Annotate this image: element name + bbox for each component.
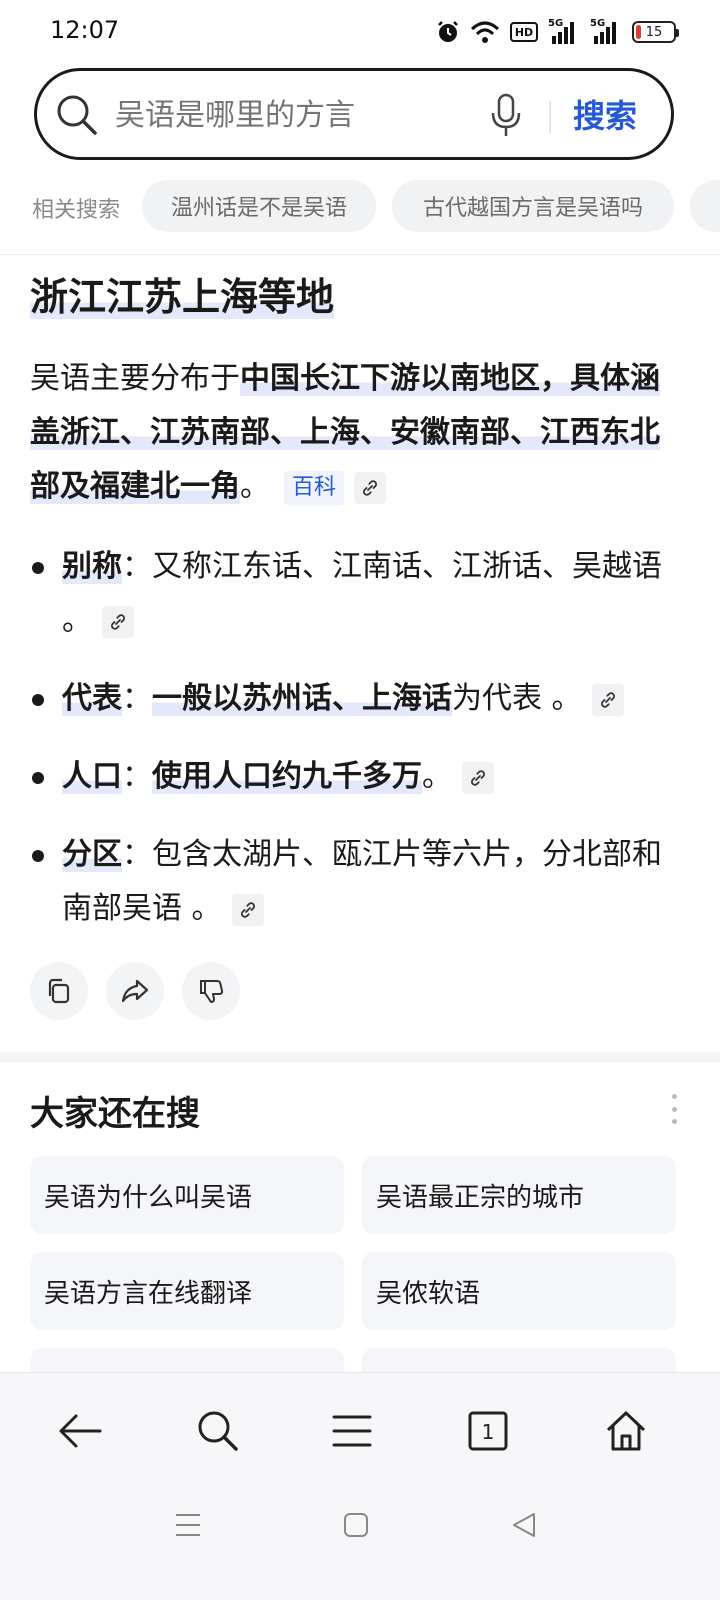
search-box[interactable]: 搜索 (34, 68, 674, 160)
related-chip[interactable]: 温州话是不是吴语 (142, 180, 376, 232)
bullet-sep: ： (122, 837, 152, 872)
bullet-sep: ： (122, 759, 152, 794)
tabs-button[interactable]: 1 (452, 1403, 524, 1459)
wifi-icon (470, 21, 500, 43)
nav-search-button[interactable] (182, 1403, 254, 1459)
microphone-icon[interactable] (489, 93, 523, 143)
search-icon (198, 1411, 238, 1451)
bullet-dot (32, 850, 44, 862)
back-button[interactable] (44, 1403, 116, 1459)
menu-button[interactable] (316, 1403, 388, 1459)
system-back-button[interactable] (504, 1507, 544, 1543)
intro-prefix: 吴语主要分布于 (30, 361, 240, 396)
bullet-sep: ： (122, 549, 152, 584)
bullet-label: 分区 (62, 837, 122, 872)
link-icon[interactable] (354, 471, 387, 504)
sim1-network-label: 5G (548, 18, 564, 29)
link-icon[interactable] (462, 761, 494, 794)
search-separator (549, 101, 551, 133)
bullet-label: 代表 (62, 681, 122, 716)
signal-icon-sim1: 5G (548, 18, 580, 44)
more-options-icon[interactable] (664, 1094, 684, 1124)
related-chip-overflow[interactable] (690, 180, 720, 232)
bullet-text: 。 (422, 759, 452, 794)
dislike-icon (200, 980, 224, 1003)
bullet-division: 分区：包含太湖片、瓯江片等六片，分北部和南部吴语 。 (32, 828, 672, 936)
status-icons: HD 5G 5G 15 (436, 18, 679, 46)
related-searches-label: 相关搜索 (32, 198, 121, 223)
home-icon (606, 1411, 646, 1451)
hd-voice-badge: HD (510, 22, 538, 42)
related-searches: 相关搜索 温州话是不是吴语 古代越国方言是吴语吗 (0, 180, 720, 232)
link-icon[interactable] (231, 893, 264, 926)
answer-heading-text: 浙江江苏上海等地 (30, 275, 335, 319)
system-home-button[interactable] (336, 1507, 376, 1543)
menu-icon (332, 1415, 372, 1447)
battery-level: 15 (645, 24, 663, 40)
bullet-highlight: 使用人口约九千多万 (152, 759, 422, 794)
bottom-navigation: 1 (0, 1372, 720, 1600)
bullet-text: 又称江东话、江南话、江浙话、吴越语 。 (62, 549, 662, 638)
others-searching-title: 大家还在搜 (30, 1094, 200, 1134)
suggestion-item[interactable]: 吴语最正宗的城市 (362, 1156, 676, 1234)
answer-paragraph: 吴语主要分布于中国长江下游以南地区，具体涵盖浙江、江苏南部、上海、安徽南部、江西… (30, 352, 670, 514)
recents-icon (176, 1514, 200, 1536)
bullet-label: 人口 (62, 759, 122, 794)
link-icon[interactable] (102, 605, 134, 638)
share-button[interactable] (106, 962, 164, 1020)
section-divider (0, 1052, 720, 1062)
square-icon (344, 1513, 368, 1537)
bullet-population: 人口：使用人口约九千多万。 (32, 750, 672, 804)
battery-icon: 15 (632, 21, 679, 43)
bullet-dot (32, 562, 44, 574)
search-button[interactable]: 搜索 (573, 91, 637, 137)
bullet-text: 包含太湖片、瓯江片等六片，分北部和南部吴语 。 (62, 837, 662, 926)
status-bar: 12:07 HD 5G 5G 15 (0, 0, 720, 64)
tab-count: 1 (482, 1420, 495, 1444)
link-icon[interactable] (591, 683, 624, 716)
home-button[interactable] (590, 1403, 662, 1459)
copy-button[interactable] (30, 962, 88, 1020)
dislike-button[interactable] (182, 962, 240, 1020)
alarm-icon (438, 21, 458, 42)
related-chip[interactable]: 古代越国方言是吴语吗 (392, 180, 674, 232)
copy-icon (48, 978, 70, 1004)
bullet-dot (32, 694, 44, 706)
back-arrow-icon (59, 1414, 102, 1448)
sim2-network-label: 5G (590, 18, 606, 29)
bullet-alias: 别称：又称江东话、江南话、江浙话、吴越语 。 (32, 540, 672, 648)
search-icon (55, 93, 99, 141)
bullet-label: 别称 (62, 549, 122, 584)
bullet-text: 为代表 。 (452, 681, 582, 716)
tabs-icon: 1 (468, 1411, 508, 1451)
source-tag-baike[interactable]: 百科 (284, 470, 345, 505)
suggestion-item[interactable]: 吴侬软语 (362, 1252, 676, 1330)
bullet-dot (32, 772, 44, 784)
signal-icon-sim2: 5G (590, 18, 622, 44)
bullet-representative: 代表：一般以苏州话、上海话为代表 。 (32, 672, 672, 726)
bullet-sep: ： (122, 681, 152, 716)
divider (0, 254, 720, 255)
answer-heading: 浙江江苏上海等地 (30, 266, 335, 321)
triangle-back-icon (513, 1513, 535, 1537)
bullet-highlight: 一般以苏州话、上海话 (152, 681, 452, 716)
system-recents-button[interactable] (168, 1507, 208, 1543)
search-input[interactable] (115, 93, 475, 137)
status-time: 12:07 (50, 16, 120, 44)
share-icon (121, 979, 149, 1003)
suggestion-item[interactable]: 吴语方言在线翻译 (30, 1252, 344, 1330)
intro-suffix: 。 (240, 469, 270, 504)
answer-actions (30, 962, 240, 1020)
suggestion-item[interactable]: 吴语为什么叫吴语 (30, 1156, 344, 1234)
